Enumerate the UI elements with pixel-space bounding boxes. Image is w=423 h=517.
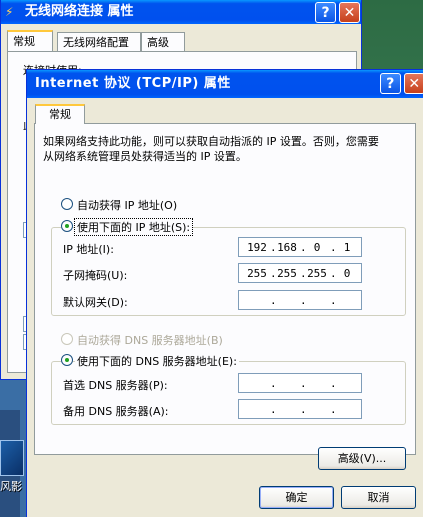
manual-dns-label[interactable]: 使用下面的 DNS 服务器地址(E):	[75, 353, 239, 369]
back-window-title: 无线网络连接 属性	[25, 4, 134, 19]
back-tab-advanced[interactable]: 高级	[141, 32, 185, 51]
preferred-dns-input[interactable]: ...	[238, 373, 362, 393]
back-close-button[interactable]: ✕	[339, 2, 360, 23]
subnet-mask-input[interactable]: 255. 255. 255. 0	[238, 263, 362, 283]
ip-address-label: IP 地址(I):	[63, 243, 114, 256]
close-button[interactable]: ✕	[404, 73, 423, 94]
alternate-dns-input[interactable]: ...	[238, 399, 362, 419]
back-tab-wireless-config[interactable]: 无线网络配置	[57, 32, 141, 51]
subnet-mask-label: 子网掩码(U):	[63, 269, 128, 282]
auto-dns-label: 自动获得 DNS 服务器地址(B)	[77, 334, 223, 347]
auto-dns-radio	[61, 333, 73, 345]
manual-ip-label[interactable]: 使用下面的 IP 地址(S):	[73, 218, 194, 236]
default-gateway-input[interactable]: ...	[238, 290, 362, 310]
back-tab-general[interactable]: 常规	[7, 30, 53, 51]
ip-address-input[interactable]: 192. 168. 0. 1	[238, 237, 362, 257]
ok-button[interactable]: 确定	[259, 486, 334, 509]
advanced-button[interactable]: 高级(V)...	[318, 447, 406, 470]
dialog-titlebar[interactable]: Internet 协议 (TCP/IP) 属性 ? ✕	[27, 70, 423, 98]
help-button[interactable]: ?	[380, 73, 401, 94]
dialog-title: Internet 协议 (TCP/IP) 属性	[35, 76, 231, 91]
description-text: 如果网络支持此功能，则可以获取自动指派的 IP 设置。否则，您需要从网络系统管理…	[43, 135, 379, 163]
manual-dns-radio[interactable]	[61, 354, 73, 366]
cancel-button[interactable]: 取消	[341, 486, 416, 509]
auto-ip-label[interactable]: 自动获得 IP 地址(O)	[77, 197, 177, 213]
tcpip-properties-dialog: Internet 协议 (TCP/IP) 属性 ? ✕ 常规 如果网络支持此功能…	[26, 69, 423, 517]
alternate-dns-label: 备用 DNS 服务器(A):	[63, 405, 169, 418]
network-icon: ⚡	[5, 5, 14, 19]
preferred-dns-label: 首选 DNS 服务器(P):	[63, 379, 168, 392]
back-help-button[interactable]: ?	[315, 2, 336, 23]
auto-ip-radio[interactable]	[61, 198, 73, 210]
back-window-titlebar[interactable]: ⚡ 无线网络连接 属性 ? ✕	[1, 0, 361, 24]
tab-general[interactable]: 常规	[35, 104, 85, 124]
default-gateway-label: 默认网关(D):	[63, 296, 128, 309]
manual-ip-radio[interactable]	[61, 220, 73, 232]
desktop-shortcut-icon[interactable]	[0, 440, 24, 476]
